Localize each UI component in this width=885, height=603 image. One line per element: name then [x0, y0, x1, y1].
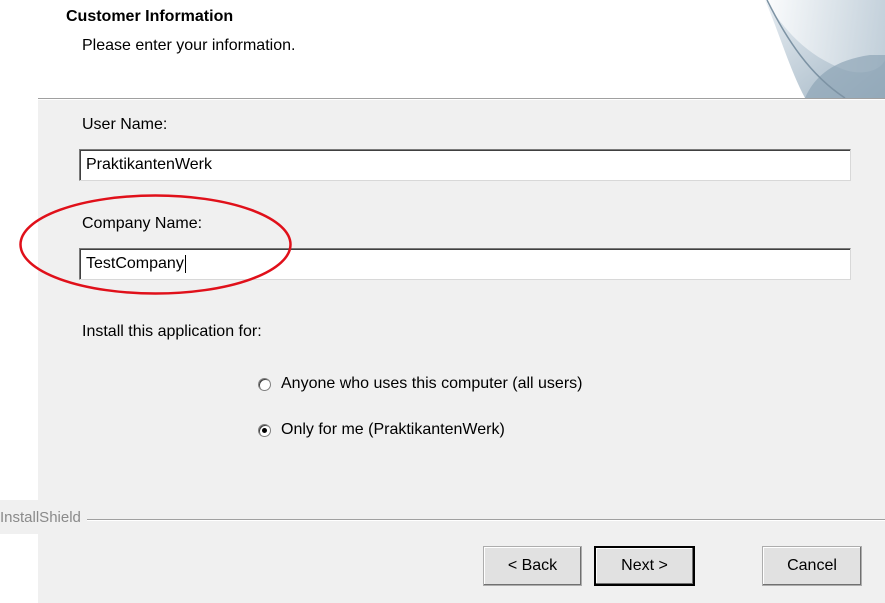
- header-subtitle: Please enter your information.: [82, 37, 296, 54]
- footer-separator: [0, 519, 885, 521]
- radio-button[interactable]: [258, 377, 271, 391]
- company-name-label: Company Name:: [82, 215, 203, 232]
- radio-all-users[interactable]: Anyone who uses this computer (all users…: [258, 375, 582, 393]
- company-name-field[interactable]: TestCompany: [79, 248, 851, 280]
- next-button[interactable]: Next >: [594, 546, 695, 586]
- radio-all-users-label: Anyone who uses this computer (all users…: [281, 375, 583, 392]
- user-name-label: User Name:: [82, 116, 168, 133]
- install-for-label: Install this application for:: [82, 323, 262, 340]
- radio-only-me[interactable]: Only for me (PraktikantenWerk): [258, 421, 505, 439]
- cancel-button[interactable]: Cancel: [762, 546, 862, 586]
- radio-only-me-label: Only for me (PraktikantenWerk): [281, 421, 505, 438]
- header-title: Customer Information: [66, 8, 234, 25]
- back-button[interactable]: < Back: [483, 546, 582, 586]
- installshield-brand: InstallShield: [0, 509, 87, 526]
- user-name-field[interactable]: PraktikantenWerk: [79, 149, 851, 181]
- text-caret: [184, 254, 186, 273]
- user-name-value: PraktikantenWerk: [86, 156, 212, 173]
- header-graphic: [695, 0, 885, 98]
- radio-button-selected[interactable]: [258, 423, 271, 437]
- company-name-value: TestCompany: [86, 255, 184, 272]
